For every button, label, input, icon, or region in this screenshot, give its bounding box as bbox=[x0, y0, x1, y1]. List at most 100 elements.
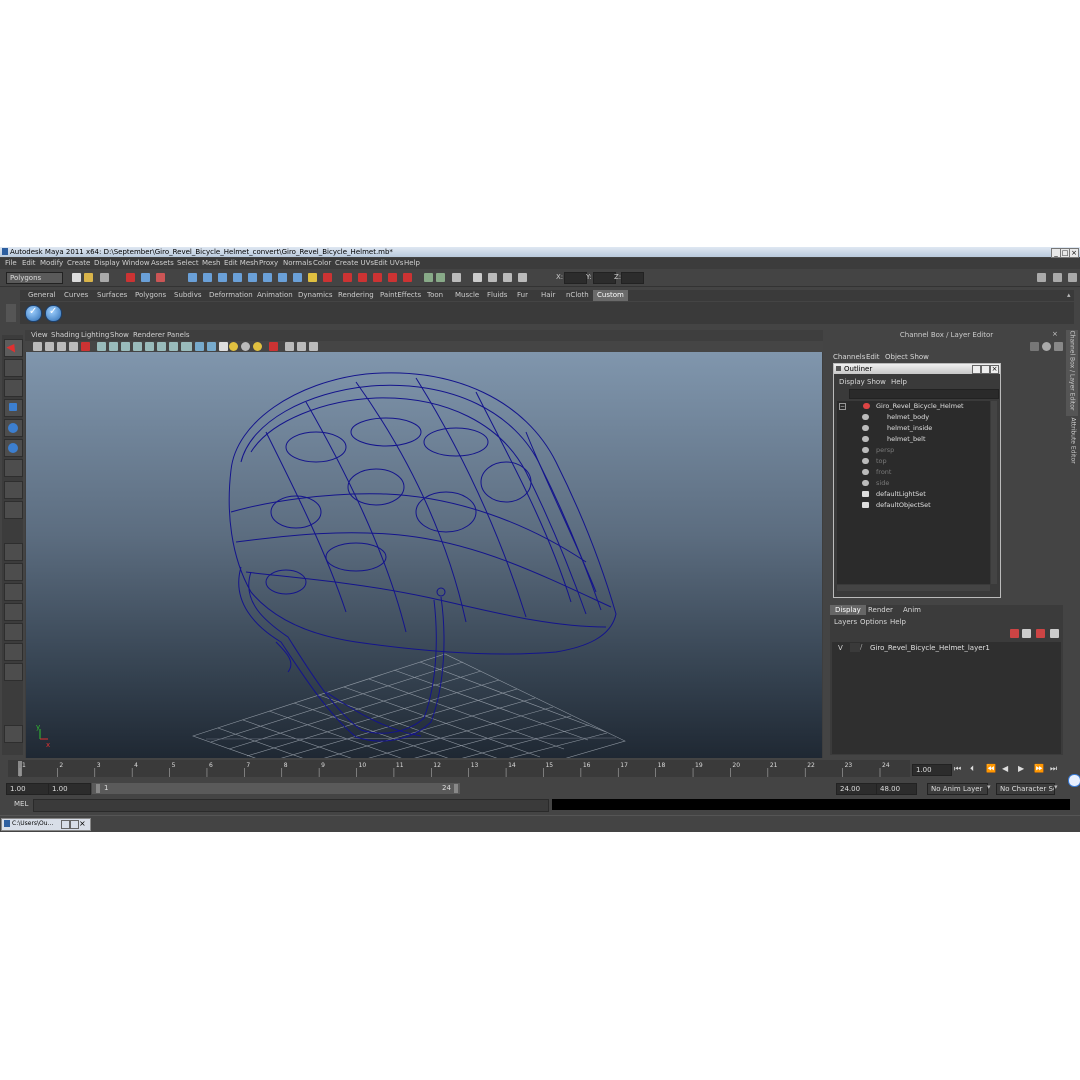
menu-help[interactable]: Help bbox=[404, 259, 420, 267]
resolution-gate-icon[interactable] bbox=[121, 342, 130, 351]
camera-icon[interactable] bbox=[488, 273, 497, 282]
vp-menu-panels[interactable]: Panels bbox=[167, 331, 190, 339]
vp-menu-show[interactable]: Show bbox=[110, 331, 129, 339]
select-object-icon[interactable] bbox=[141, 273, 150, 282]
layer-menu-layers[interactable]: Layers bbox=[834, 618, 857, 626]
shelf-tab-surfaces[interactable]: Surfaces bbox=[93, 290, 131, 301]
shelf-tab-toon[interactable]: Toon bbox=[423, 290, 447, 301]
smooth-shade-icon[interactable] bbox=[195, 342, 204, 351]
layer-type-toggle[interactable] bbox=[850, 643, 860, 652]
grid-icon[interactable] bbox=[97, 342, 106, 351]
cb-menu-object[interactable]: Object bbox=[885, 353, 908, 361]
vp-menu-renderer[interactable]: Renderer bbox=[133, 331, 165, 339]
cb-menu-channels[interactable]: Channels bbox=[833, 353, 865, 361]
snap-grid-icon[interactable] bbox=[188, 273, 197, 282]
input-line-icon[interactable] bbox=[424, 273, 433, 282]
history-icon[interactable] bbox=[263, 273, 272, 282]
ipr-render-icon[interactable] bbox=[358, 273, 367, 282]
shelf-tab-deformation[interactable]: Deformation bbox=[205, 290, 257, 301]
anim-layer-dropdown[interactable]: No Anim Layer bbox=[927, 783, 988, 795]
checker-icon[interactable] bbox=[219, 342, 228, 351]
layer-visibility-toggle[interactable]: V bbox=[838, 644, 843, 652]
play-backwards-icon[interactable]: ◀ bbox=[1002, 764, 1008, 773]
tool-settings-icon[interactable] bbox=[1053, 273, 1062, 282]
minimized-maximize-button[interactable] bbox=[70, 820, 79, 829]
x-field[interactable] bbox=[564, 272, 587, 284]
shelf-tab-general[interactable]: General bbox=[24, 290, 60, 301]
play-forwards-icon[interactable]: ▶ bbox=[1018, 764, 1024, 773]
select-hierarchy-icon[interactable] bbox=[126, 273, 135, 282]
shelf-tab-animation[interactable]: Animation bbox=[253, 290, 297, 301]
menu-assets[interactable]: Assets bbox=[151, 259, 174, 267]
new-scene-icon[interactable] bbox=[72, 273, 81, 282]
menuset-dropdown[interactable]: Polygons bbox=[6, 272, 63, 284]
range-end-handle[interactable] bbox=[454, 784, 458, 793]
gate-mask-icon[interactable] bbox=[133, 342, 142, 351]
outliner-menu-help[interactable]: Help bbox=[891, 378, 907, 386]
current-frame-field[interactable]: 1.00 bbox=[912, 764, 952, 776]
outliner-vertical-scrollbar[interactable] bbox=[991, 401, 997, 584]
shadows-icon[interactable] bbox=[253, 342, 262, 351]
lasso-tool-icon[interactable] bbox=[4, 359, 23, 377]
outliner-horizontal-scrollbar[interactable] bbox=[837, 585, 990, 591]
animation-end-field[interactable]: 48.00 bbox=[876, 783, 917, 795]
outliner-item-persp[interactable]: persp bbox=[876, 446, 894, 454]
menu-display[interactable]: Display bbox=[94, 259, 120, 267]
new-layer-icon[interactable] bbox=[1010, 629, 1019, 638]
menu-modify[interactable]: Modify bbox=[40, 259, 63, 267]
cb-settings-icon[interactable] bbox=[1054, 342, 1063, 351]
outliner-menu-display[interactable]: Display bbox=[839, 378, 865, 386]
vp-menu-shading[interactable]: Shading bbox=[51, 331, 79, 339]
layout-options-icon[interactable] bbox=[4, 663, 23, 681]
character-set-chevron-icon[interactable]: ▾ bbox=[1054, 783, 1058, 791]
light-icon[interactable] bbox=[503, 273, 512, 282]
single-pane-layout-icon[interactable] bbox=[4, 543, 23, 561]
script-editor-icon[interactable] bbox=[452, 273, 461, 282]
shelf-scroll-icon[interactable]: ▴ bbox=[1067, 291, 1071, 299]
panel-toggle-icon[interactable] bbox=[1037, 273, 1046, 282]
menu-edit-mesh[interactable]: Edit Mesh bbox=[224, 259, 258, 267]
step-forward-frame-icon[interactable]: ⏩ bbox=[1034, 764, 1044, 773]
layer-menu-options[interactable]: Options bbox=[860, 618, 887, 626]
menu-mesh[interactable]: Mesh bbox=[202, 259, 220, 267]
menu-normals[interactable]: Normals bbox=[283, 259, 312, 267]
layer-move-up-icon[interactable] bbox=[1036, 629, 1045, 638]
outliner-item-default-object-set[interactable]: defaultObjectSet bbox=[876, 501, 931, 509]
outliner-item-helmet-body[interactable]: helmet_body bbox=[887, 413, 929, 421]
custom-shelf-button-2-icon[interactable] bbox=[45, 305, 62, 322]
selection-mode-icon[interactable] bbox=[436, 273, 445, 282]
shading-icon[interactable] bbox=[518, 273, 527, 282]
y-field[interactable] bbox=[593, 272, 616, 284]
textured-icon[interactable] bbox=[207, 342, 216, 351]
mel-label[interactable]: MEL bbox=[14, 800, 28, 808]
outliner-item-helmet-belt[interactable]: helmet_belt bbox=[887, 435, 926, 443]
cb-menu-show[interactable]: Show bbox=[910, 353, 929, 361]
shelf-tab-fur[interactable]: Fur bbox=[513, 290, 532, 301]
manipulator-tool-icon[interactable] bbox=[4, 459, 23, 477]
side-tab-attribute-editor[interactable]: Attribute Editor bbox=[1066, 418, 1078, 469]
shelf-tab-fluids[interactable]: Fluids bbox=[483, 290, 511, 301]
four-pane-layout-icon[interactable] bbox=[4, 563, 23, 581]
channel-box-close-icon[interactable]: × bbox=[1052, 330, 1058, 338]
shelf-tab-painteffects[interactable]: PaintEffects bbox=[376, 290, 425, 301]
character-set-dropdown[interactable]: No Character Set bbox=[996, 783, 1055, 795]
outliner-menu-show[interactable]: Show bbox=[867, 378, 886, 386]
select-tool-icon[interactable] bbox=[4, 339, 23, 357]
outliner-item-side[interactable]: side bbox=[876, 479, 889, 487]
input-output-icon[interactable] bbox=[278, 273, 287, 282]
default-light-icon[interactable] bbox=[229, 342, 238, 351]
snap-point-icon[interactable] bbox=[218, 273, 227, 282]
hypershade-icon[interactable] bbox=[388, 273, 397, 282]
persp-graph-layout-icon[interactable] bbox=[4, 623, 23, 641]
outliner-item-helmet-inside[interactable]: helmet_inside bbox=[887, 424, 932, 432]
hypershade-layout-icon[interactable] bbox=[4, 643, 23, 661]
shelf-tab-hair[interactable]: Hair bbox=[537, 290, 559, 301]
paint-select-tool-icon[interactable] bbox=[4, 379, 23, 397]
render-view-icon[interactable] bbox=[403, 273, 412, 282]
two-d-pan-zoom-icon[interactable] bbox=[81, 342, 90, 351]
magnet-icon[interactable] bbox=[323, 273, 332, 282]
vp-menu-view[interactable]: View bbox=[31, 331, 48, 339]
persp-outliner-layout-icon[interactable] bbox=[4, 603, 23, 621]
viewport-extra-icon[interactable] bbox=[309, 342, 318, 351]
shelf-tab-curves[interactable]: Curves bbox=[60, 290, 92, 301]
